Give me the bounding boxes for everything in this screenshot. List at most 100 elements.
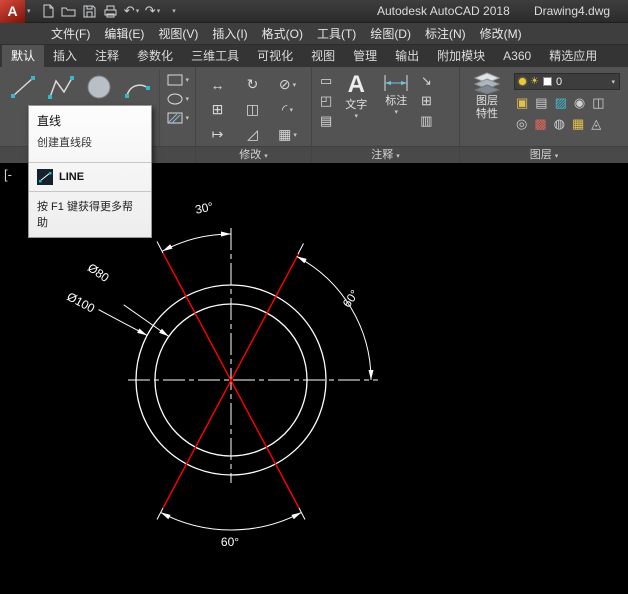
menu-modify[interactable]: 修改(M) — [473, 23, 529, 45]
line-tool-tooltip: 直线 创建直线段 LINE 按 F1 键获得更多帮助 — [28, 105, 152, 238]
layer-properties-label-2: 特性 — [476, 108, 498, 120]
layer-state-1-icon[interactable]: ▣ — [516, 95, 528, 111]
menu-draw[interactable]: 绘图(D) — [363, 23, 418, 45]
center-lines[interactable] — [128, 228, 378, 483]
text-tool-button[interactable]: A 文字 ▾ — [336, 70, 376, 146]
dimension-tool-button[interactable]: 标注 ▾ — [376, 70, 416, 146]
dimension-top-30[interactable]: 30° — [156, 199, 232, 254]
redo-icon: ↷ — [144, 3, 156, 18]
text-tool-caret-icon: ▾ — [354, 113, 359, 120]
scale-icon: ◿ — [247, 126, 258, 142]
layer-state-3-icon[interactable]: ▨ — [555, 95, 567, 111]
qat-customize-button[interactable]: ▾ — [165, 1, 183, 21]
menu-edit[interactable]: 编辑(E) — [97, 23, 151, 45]
redo-caret-icon[interactable]: ▾ — [157, 7, 161, 15]
ellipse-tool-caret-icon: ▾ — [185, 96, 190, 103]
fillet-caret-icon: ▾ — [289, 106, 293, 114]
tab-manage[interactable]: 管理 — [344, 45, 386, 67]
tab-3d-tools[interactable]: 三维工具 — [182, 45, 248, 67]
tab-a360[interactable]: A360 — [494, 45, 540, 67]
new-file-button[interactable] — [39, 1, 57, 21]
tab-visualize[interactable]: 可视化 — [248, 45, 302, 67]
rectangle-tool-button[interactable]: ▾ — [166, 73, 190, 87]
menu-file[interactable]: 文件(F) — [44, 23, 97, 45]
undo-button[interactable]: ↶ ▾ — [123, 1, 141, 21]
move-tool-button[interactable]: ↔ — [200, 72, 235, 97]
menu-dimension[interactable]: 标注(N) — [418, 23, 473, 45]
array-tool-button[interactable]: ▦ ▾ — [270, 122, 305, 147]
layer-state-2-icon[interactable]: ▤ — [535, 95, 547, 111]
layer-select[interactable]: ☀ 0 ▾ — [514, 73, 620, 90]
layer-properties-button[interactable]: 图层 特性 — [464, 70, 510, 146]
document-title: Drawing4.dwg — [534, 4, 611, 18]
fillet-tool-button[interactable]: ◜ ▾ — [270, 97, 305, 122]
menu-view[interactable]: 视图(V) — [151, 23, 205, 45]
text-tool-icon: A — [347, 71, 365, 98]
annotate-tool-1-icon[interactable]: ▭ — [320, 74, 332, 88]
dimension-bottom-60[interactable]: 60° — [156, 507, 306, 549]
rectangle-tool-caret-icon: ▾ — [185, 77, 190, 84]
dimension-right-60[interactable]: 60° — [296, 243, 374, 381]
ellipse-tool-icon — [167, 93, 182, 105]
move-icon: ↔ — [210, 76, 225, 93]
leader-tool-icon[interactable]: ↘ — [420, 74, 432, 88]
table-tool-icon[interactable]: ⊞ — [420, 94, 432, 108]
ellipse-tool-button[interactable]: ▾ — [166, 92, 190, 106]
layer-state-8-icon[interactable]: ◍ — [554, 116, 565, 132]
tab-output[interactable]: 输出 — [386, 45, 428, 67]
menu-insert[interactable]: 插入(I) — [205, 23, 254, 45]
undo-caret-icon[interactable]: ▾ — [136, 7, 140, 15]
dimension-tool-label: 标注 — [385, 95, 408, 107]
save-button[interactable] — [81, 1, 99, 21]
annotate-panel-label[interactable]: 注释 ▾ — [312, 146, 459, 163]
trim-tool-button[interactable]: ⊘ ▾ — [270, 72, 305, 97]
trim-caret-icon: ▾ — [292, 81, 297, 89]
annotate-tool-2-icon[interactable]: ◰ — [320, 94, 332, 108]
line-command-icon — [37, 169, 53, 185]
dim-label-inner-diameter: Ø80 — [85, 260, 112, 285]
hatch-tool-button[interactable]: ▾ — [166, 111, 190, 125]
annotate-tool-3-icon[interactable]: ▤ — [320, 114, 332, 128]
copy-tool-button[interactable]: ⊞ — [200, 97, 235, 122]
layer-properties-icon — [474, 72, 500, 94]
layer-state-10-icon[interactable]: ◬ — [591, 116, 601, 132]
menu-format[interactable]: 格式(O) — [255, 23, 310, 45]
dim-label-top-angle: 30° — [194, 199, 215, 217]
open-file-button[interactable] — [60, 1, 78, 21]
plot-button[interactable] — [102, 1, 120, 21]
tab-view[interactable]: 视图 — [302, 45, 344, 67]
menu-tools[interactable]: 工具(T) — [310, 23, 363, 45]
modify-panel-caret-icon: ▾ — [264, 153, 268, 160]
rotate-tool-button[interactable]: ↻ — [235, 72, 270, 97]
tooltip-help-text: 按 F1 键获得更多帮助 — [37, 201, 133, 229]
layer-state-4-icon[interactable]: ◉ — [574, 95, 585, 111]
rotate-icon: ↻ — [246, 76, 259, 92]
redo-button[interactable]: ↷ ▾ — [144, 1, 162, 21]
layer-state-5-icon[interactable]: ◫ — [592, 95, 604, 111]
logo-caret-icon[interactable]: ▾ — [27, 7, 31, 15]
tab-parametric[interactable]: 参数化 — [128, 45, 182, 67]
tab-add-ins[interactable]: 附加模块 — [428, 45, 494, 67]
modify-panel-label[interactable]: 修改 ▾ — [196, 146, 311, 163]
mirror-tool-button[interactable]: ◫ — [235, 97, 270, 122]
tab-annotate[interactable]: 注释 — [86, 45, 128, 67]
save-icon — [83, 5, 96, 17]
layers-panel-label[interactable]: 图层 ▾ — [460, 146, 628, 163]
tab-featured-apps[interactable]: 精选应用 — [540, 45, 606, 67]
tab-insert[interactable]: 插入 — [44, 45, 86, 67]
layer-state-7-icon[interactable]: ▩ — [534, 116, 546, 132]
dimension-tool-caret-icon: ▾ — [394, 109, 399, 116]
layer-state-9-icon[interactable]: ▦ — [572, 116, 584, 132]
stretch-tool-button[interactable]: ↦ — [200, 122, 235, 147]
layer-thaw-sun-icon: ☀ — [530, 75, 539, 87]
trim-icon: ⊘ — [278, 76, 291, 92]
tab-home[interactable]: 默认 — [2, 45, 45, 67]
title-bar: A ▾ ↶ ▾ ↷ ▾ ▾ Autodesk AutoCAD 2018 Drawin… — [0, 0, 628, 23]
autocad-logo[interactable]: A — [0, 0, 25, 23]
hatch-tool-caret-icon: ▾ — [185, 115, 190, 122]
mirror-icon: ◫ — [245, 101, 260, 117]
viewport-controls[interactable]: [- — [4, 167, 12, 182]
markup-tool-icon[interactable]: ▥ — [420, 114, 432, 128]
layer-state-6-icon[interactable]: ◎ — [516, 116, 527, 132]
scale-tool-button[interactable]: ◿ — [235, 122, 270, 147]
